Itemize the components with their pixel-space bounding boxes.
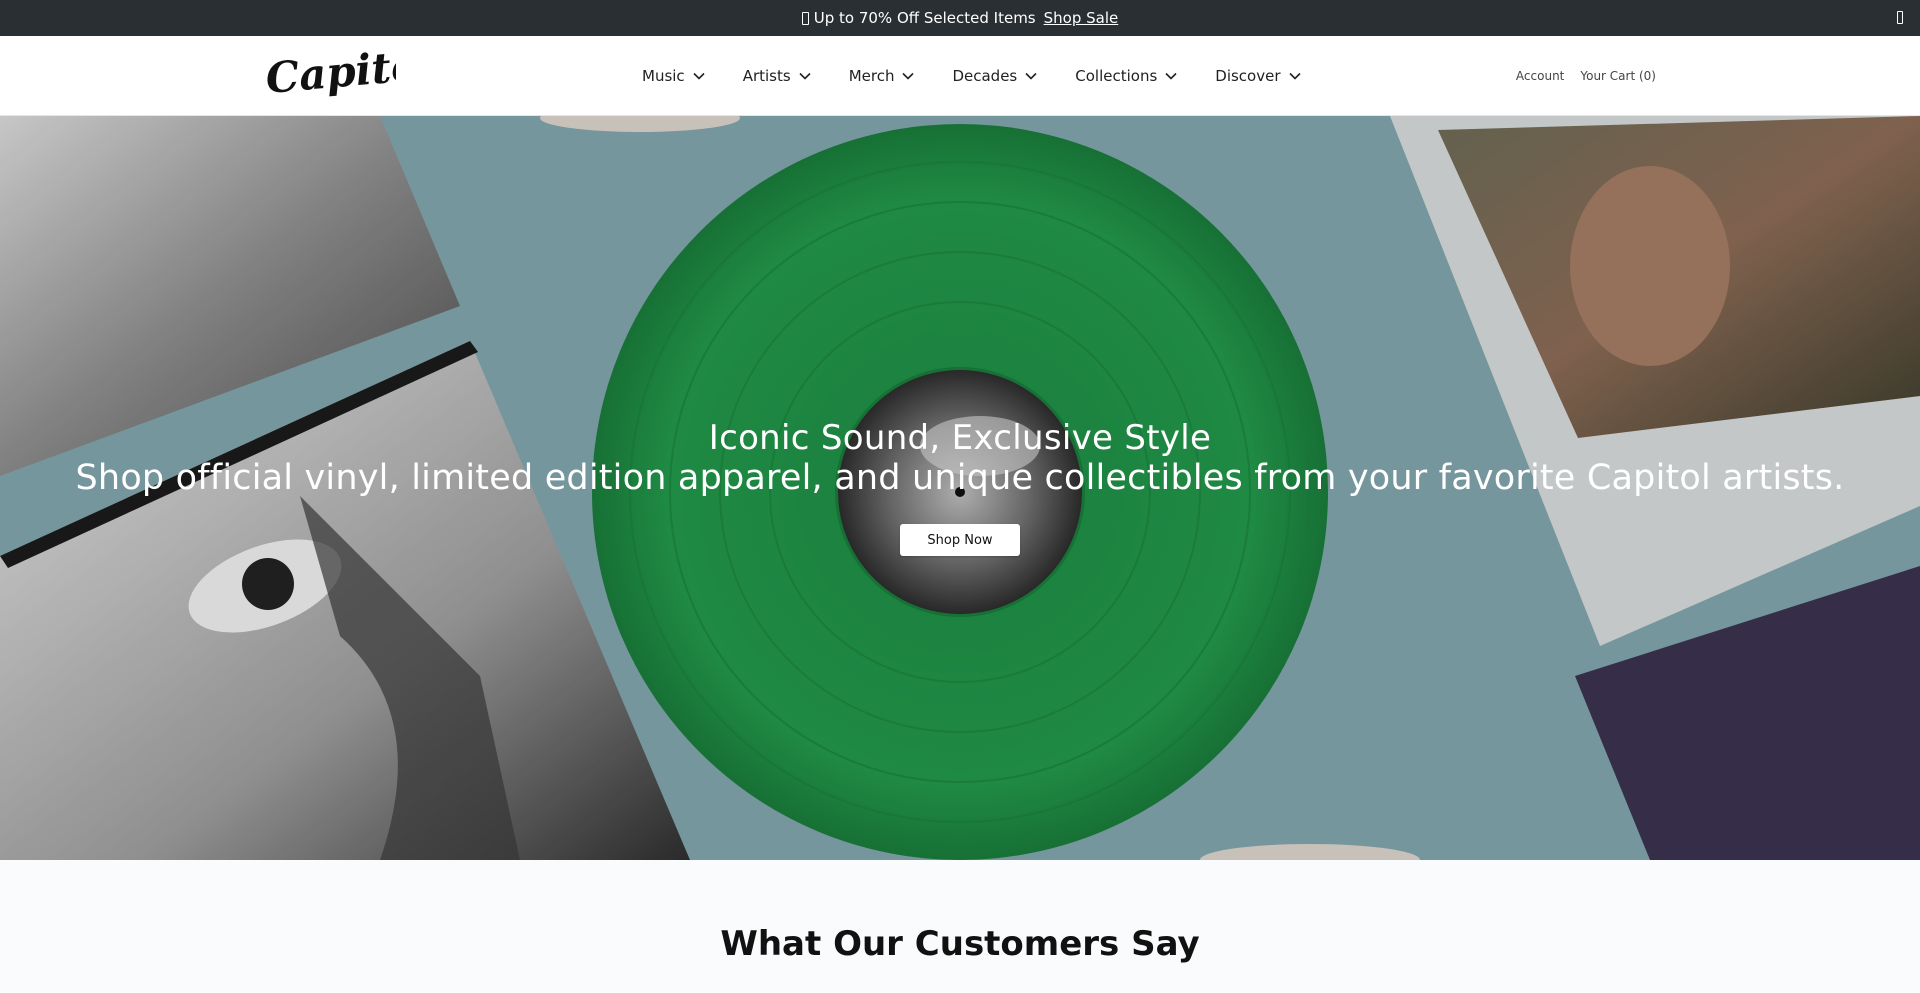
svg-text:Capitol: Capitol bbox=[264, 48, 396, 103]
nav-item-discover[interactable]: Discover bbox=[1215, 67, 1301, 85]
nav-label: Collections bbox=[1075, 67, 1158, 85]
utility-nav: Account Your Cart (0) bbox=[1500, 36, 1656, 116]
hero-banner: Iconic Sound, Exclusive Style Shop offic… bbox=[0, 116, 1920, 860]
chevron-down-icon bbox=[902, 72, 915, 80]
chevron-down-icon bbox=[693, 72, 705, 80]
hero-title: Iconic Sound, Exclusive Style bbox=[708, 418, 1212, 458]
nav-label: Decades bbox=[952, 67, 1018, 85]
cart-link[interactable]: Your Cart (0) bbox=[1580, 69, 1656, 83]
nav-label: Merch bbox=[848, 67, 895, 85]
main-nav: Music Artists Merch Decades Collections … bbox=[642, 36, 1339, 116]
nav-item-decades[interactable]: Decades bbox=[952, 67, 1037, 85]
nav-label: Music bbox=[642, 67, 685, 85]
nav-item-merch[interactable]: Merch bbox=[849, 67, 915, 85]
capitol-logo[interactable]: Capitol bbox=[264, 48, 396, 104]
nav-item-artists[interactable]: Artists bbox=[743, 67, 811, 85]
nav-item-music[interactable]: Music bbox=[642, 67, 705, 85]
nav-label: Artists bbox=[742, 67, 791, 85]
shop-now-button[interactable]: Shop Now bbox=[900, 524, 1020, 556]
tag-icon bbox=[801, 11, 809, 25]
announcement-bar: Up to 70% Off Selected Items Shop Sale bbox=[0, 0, 1920, 36]
nav-item-collections[interactable]: Collections bbox=[1075, 67, 1177, 85]
chevron-down-icon bbox=[1165, 72, 1177, 80]
account-link[interactable]: Account bbox=[1516, 69, 1564, 83]
testimonials-title: What Our Customers Say bbox=[720, 924, 1200, 964]
chevron-down-icon bbox=[1025, 72, 1037, 80]
chevron-down-icon bbox=[1288, 72, 1301, 80]
site-header: Capitol Music Artists Merch Decades Coll… bbox=[0, 36, 1920, 116]
chevron-down-icon bbox=[799, 72, 811, 80]
announcement-text: Up to 70% Off Selected Items bbox=[813, 9, 1036, 27]
close-icon[interactable] bbox=[1897, 11, 1903, 24]
hero-subtitle: Shop official vinyl, limited edition app… bbox=[75, 458, 1845, 498]
shop-sale-link[interactable]: Shop Sale bbox=[1044, 9, 1119, 27]
nav-label: Discover bbox=[1215, 67, 1281, 85]
